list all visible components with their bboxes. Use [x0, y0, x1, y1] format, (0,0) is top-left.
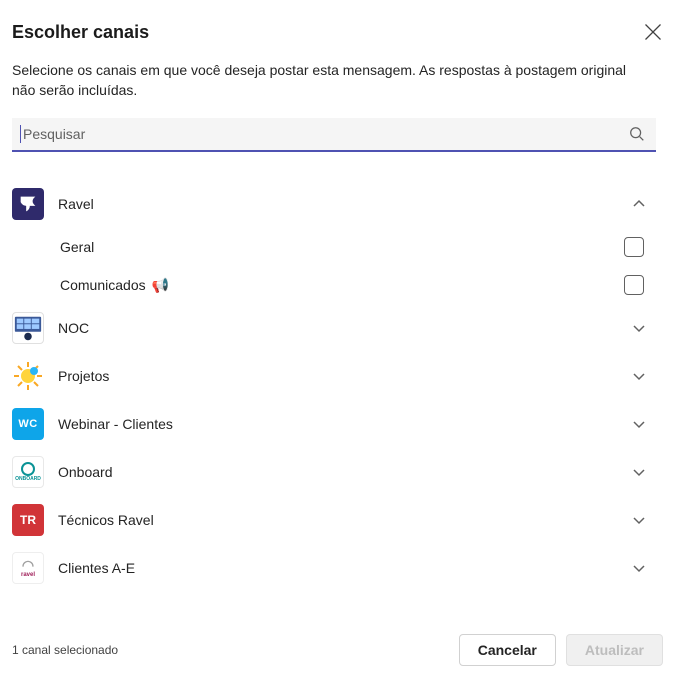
chevron-down-icon [632, 369, 646, 383]
channel-row-comunicados[interactable]: Comunicados 📢 [12, 266, 656, 304]
search-icon [628, 125, 646, 143]
search-input[interactable] [23, 126, 628, 142]
chevron-down-icon [632, 513, 646, 527]
team-name: Técnicos Ravel [58, 512, 632, 528]
team-row-clientes[interactable]: ◠ ravel Clientes A-E [12, 544, 656, 592]
search-field[interactable] [12, 118, 656, 152]
team-avatar: TR [12, 504, 44, 536]
channel-checkbox[interactable] [624, 275, 644, 295]
team-name: NOC [58, 320, 632, 336]
team-row-webinar[interactable]: WC Webinar - Clientes [12, 400, 656, 448]
channel-checkbox[interactable] [624, 237, 644, 257]
team-name: Clientes A-E [58, 560, 632, 576]
chevron-down-icon [632, 561, 646, 575]
team-row-ravel[interactable]: Ravel [12, 180, 656, 228]
team-row-noc[interactable]: NOC [12, 304, 656, 352]
team-row-onboard[interactable]: ONBOARD Onboard [12, 448, 656, 496]
chevron-down-icon [632, 321, 646, 335]
team-avatar: ◠ ravel [12, 552, 44, 584]
dialog-title: Escolher canais [12, 22, 149, 43]
chevron-down-icon [632, 417, 646, 431]
team-list: Ravel Geral Comunicados 📢 NOC [12, 180, 656, 592]
update-button[interactable]: Atualizar [566, 634, 663, 666]
megaphone-icon: 📢 [152, 277, 169, 294]
team-row-projetos[interactable]: Projetos [12, 352, 656, 400]
team-row-tecnicos[interactable]: TR Técnicos Ravel [12, 496, 656, 544]
team-name: Webinar - Clientes [58, 416, 632, 432]
team-name: Projetos [58, 368, 632, 384]
channel-name: Comunicados 📢 [60, 277, 624, 294]
team-name: Ravel [58, 196, 632, 212]
team-name: Onboard [58, 464, 632, 480]
cancel-button[interactable]: Cancelar [459, 634, 556, 666]
team-avatar: WC [12, 408, 44, 440]
team-avatar [12, 360, 44, 392]
team-avatar [12, 312, 44, 344]
team-avatar [12, 188, 44, 220]
text-cursor [20, 125, 21, 143]
close-icon[interactable] [643, 22, 663, 42]
channel-name: Geral [60, 239, 624, 255]
channel-label: Comunicados [60, 277, 146, 293]
channel-label: Geral [60, 239, 94, 255]
dialog-subtitle: Selecione os canais em que você deseja p… [12, 61, 632, 100]
channel-row-geral[interactable]: Geral [12, 228, 656, 266]
chevron-down-icon [632, 465, 646, 479]
team-avatar: ONBOARD [12, 456, 44, 488]
selection-status: 1 canal selecionado [12, 643, 449, 657]
chevron-up-icon [632, 197, 646, 211]
